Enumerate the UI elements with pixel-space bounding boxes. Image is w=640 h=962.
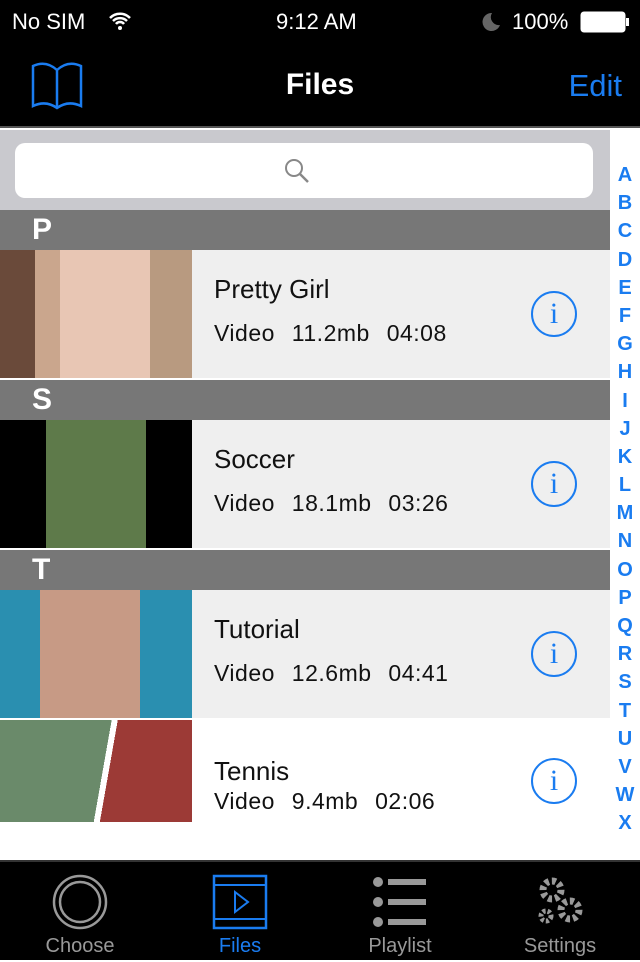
- info-icon[interactable]: i: [531, 758, 577, 804]
- index-letter[interactable]: Q: [610, 612, 640, 640]
- list-item[interactable]: Tutorial Video 12.6mb 04:41 i: [0, 590, 610, 718]
- info-icon[interactable]: i: [531, 291, 577, 337]
- tab-files[interactable]: Files: [160, 862, 320, 962]
- index-letter[interactable]: F: [610, 302, 640, 330]
- section-header: P: [0, 210, 610, 250]
- video-thumbnail: [0, 590, 192, 718]
- search-icon: [285, 159, 309, 183]
- index-letter[interactable]: C: [610, 217, 640, 245]
- index-letter[interactable]: K: [610, 443, 640, 471]
- edit-button[interactable]: Edit: [569, 68, 622, 104]
- index-letter[interactable]: T: [610, 697, 640, 725]
- search-input[interactable]: [15, 143, 593, 198]
- file-meta: Video 18.1mb 03:26: [214, 490, 449, 516]
- list-icon: [373, 877, 426, 927]
- list-item[interactable]: Tennis Video 9.4mb 02:06 i: [0, 720, 610, 822]
- index-letter[interactable]: O: [610, 556, 640, 584]
- index-letter[interactable]: N: [610, 527, 640, 555]
- section-header: S: [0, 380, 610, 420]
- index-letter[interactable]: L: [610, 471, 640, 499]
- video-thumbnail: [0, 720, 192, 822]
- clock: 9:12 AM: [276, 9, 357, 34]
- list-item[interactable]: Soccer Video 18.1mb 03:26 i: [0, 420, 610, 548]
- wifi-icon: [109, 12, 131, 30]
- list-item[interactable]: Pretty Girl Video 11.2mb 04:08 i: [0, 250, 610, 378]
- index-letter[interactable]: S: [610, 668, 640, 696]
- index-letter[interactable]: M: [610, 499, 640, 527]
- tab-bar: Choose Files Playlist Settings: [0, 860, 640, 960]
- file-name: Tutorial: [214, 614, 300, 644]
- search-bar: [0, 130, 610, 210]
- tab-label: Choose: [45, 935, 115, 957]
- file-name: Soccer: [214, 444, 295, 474]
- carrier: No SIM: [12, 9, 86, 34]
- tab-label: Playlist: [368, 935, 432, 957]
- index-letter[interactable]: D: [610, 246, 640, 274]
- status-bar: No SIM 9:12 AM 100%: [0, 0, 640, 44]
- index-letter[interactable]: G: [610, 330, 640, 358]
- index-letter[interactable]: E: [610, 274, 640, 302]
- moon-icon: [482, 12, 500, 31]
- index-letter[interactable]: A: [610, 161, 640, 189]
- battery-icon: [580, 11, 629, 33]
- file-name: Pretty Girl: [214, 274, 330, 304]
- page-title: Files: [285, 68, 355, 101]
- file-meta: Video 11.2mb 04:08: [214, 320, 447, 346]
- film-icon: [212, 874, 268, 930]
- gears-icon: [538, 877, 583, 924]
- index-letter[interactable]: B: [610, 189, 640, 217]
- tab-choose[interactable]: Choose: [0, 862, 160, 962]
- index-letter[interactable]: U: [610, 725, 640, 753]
- index-letter[interactable]: X: [610, 809, 640, 837]
- file-meta: Video 12.6mb 04:41: [214, 660, 449, 686]
- navigation-bar: Files Edit: [0, 44, 640, 128]
- video-thumbnail: [0, 250, 192, 378]
- circle-icon: [52, 874, 108, 930]
- tab-label: Files: [218, 935, 262, 957]
- info-icon[interactable]: i: [531, 631, 577, 677]
- file-name: Tennis: [214, 756, 290, 786]
- index-letter[interactable]: J: [610, 415, 640, 443]
- info-icon[interactable]: i: [531, 461, 577, 507]
- file-meta: Video 9.4mb 02:06: [214, 788, 436, 814]
- index-letter[interactable]: I: [610, 387, 640, 415]
- battery-percent: 100%: [512, 9, 569, 34]
- tab-settings[interactable]: Settings: [480, 862, 640, 962]
- section-index[interactable]: ABCDEFGHIJKLMNOPQRSTUVWX: [610, 130, 640, 850]
- section-header: T: [0, 550, 610, 590]
- index-letter[interactable]: V: [610, 753, 640, 781]
- index-letter[interactable]: W: [610, 781, 640, 809]
- tab-playlist[interactable]: Playlist: [320, 862, 480, 962]
- index-letter[interactable]: H: [610, 358, 640, 386]
- index-letter[interactable]: R: [610, 640, 640, 668]
- video-thumbnail: [0, 420, 192, 548]
- tab-label: Settings: [523, 935, 597, 957]
- index-letter[interactable]: P: [610, 584, 640, 612]
